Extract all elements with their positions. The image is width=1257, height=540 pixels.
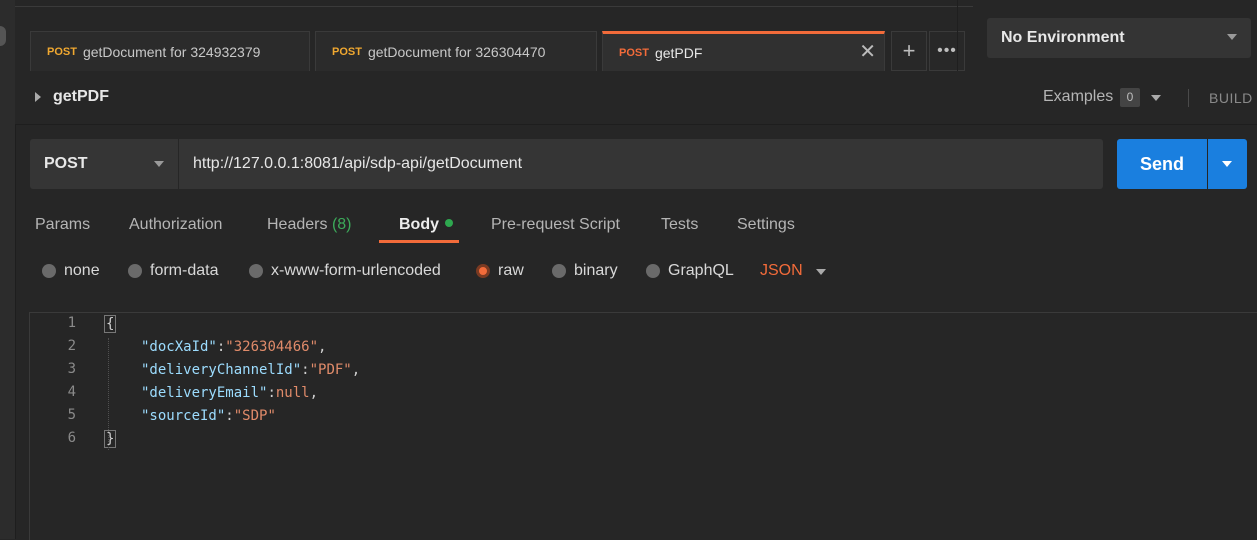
left-sidebar-strip [0, 0, 16, 539]
radio-label: GraphQL [668, 262, 734, 279]
env-divider [957, 0, 958, 71]
json-value: "PDF" [309, 362, 352, 378]
radio-label: none [64, 262, 100, 279]
radio-circle [646, 264, 660, 278]
radio-circle [128, 264, 142, 278]
tab-name: getDocument for 324932379 [82, 43, 261, 60]
chevron-down-icon[interactable] [1151, 95, 1161, 101]
code-line: "docXaId":"326304466", [141, 339, 327, 355]
code-line: "sourceId":"SDP" [141, 408, 276, 424]
chevron-down-icon[interactable] [816, 269, 826, 275]
request-tab-2[interactable]: POST getDocument for 326304470 [315, 31, 597, 71]
body-format-select[interactable]: JSON [760, 262, 803, 280]
body-type-binary[interactable]: binary [552, 262, 618, 280]
request-tab-1[interactable]: POST getDocument for 324932379 [30, 31, 310, 71]
tab-headers-label: Headers [267, 216, 328, 233]
url-input[interactable] [179, 139, 1103, 189]
tab-method: POST [332, 45, 362, 58]
tab-pre-request-script[interactable]: Pre-request Script [491, 216, 620, 234]
request-tab-3-active[interactable]: POST getPDF ✕ [602, 31, 885, 71]
examples-label[interactable]: Examples [1043, 88, 1113, 106]
build-mode-button[interactable]: BUILD [1209, 90, 1253, 106]
tab-settings[interactable]: Settings [737, 216, 795, 234]
chevron-down-icon [1227, 34, 1237, 40]
json-key: "docXaId" [141, 339, 217, 355]
code-editor[interactable]: 1 2 3 4 5 6 { "docXaId":"326304466", "de… [29, 312, 1257, 540]
line-number: 2 [67, 338, 76, 354]
examples-count-badge: 0 [1120, 88, 1140, 107]
headers-count: (8) [331, 216, 352, 233]
tab-authorization[interactable]: Authorization [129, 216, 222, 234]
sidebar-collapse-handle[interactable] [0, 26, 6, 46]
body-active-dot [445, 219, 453, 227]
body-type-none[interactable]: none [42, 262, 100, 280]
body-type-urlencoded[interactable]: x-www-form-urlencoded [249, 262, 441, 280]
tab-body-label: Body [399, 216, 439, 233]
chevron-down-icon [154, 161, 164, 167]
active-tab-underline [379, 240, 459, 243]
open-brace: { [104, 315, 117, 333]
method-select[interactable]: POST [30, 139, 178, 189]
tab-name: getPDF [654, 44, 703, 61]
radio-circle [249, 264, 263, 278]
more-icon: ••• [937, 42, 957, 59]
radio-label: form-data [150, 262, 219, 279]
tab-body[interactable]: Body [399, 216, 453, 234]
indent-guide [108, 338, 110, 450]
environment-label: No Environment [1001, 29, 1125, 46]
radio-circle-selected [476, 264, 490, 278]
radio-label: raw [498, 262, 524, 279]
body-type-raw[interactable]: raw [476, 262, 524, 280]
json-key: "sourceId" [141, 408, 226, 424]
code-line: "deliveryChannelId":"PDF", [141, 362, 361, 378]
request-title-row: getPDF Examples 0 BUILD [15, 71, 1257, 125]
body-type-graphql[interactable]: GraphQL [646, 262, 734, 280]
request-title[interactable]: getPDF [53, 88, 109, 106]
new-tab-button[interactable]: + [891, 31, 927, 71]
json-value: null [275, 385, 310, 401]
json-comma: , [318, 339, 327, 355]
body-type-form-data[interactable]: form-data [128, 262, 218, 280]
chevron-down-icon [1222, 161, 1232, 167]
expand-arrow-icon[interactable] [35, 92, 41, 102]
tab-tests[interactable]: Tests [661, 216, 698, 234]
close-tab-icon[interactable]: ✕ [859, 42, 876, 62]
radio-label: binary [574, 262, 618, 279]
divider [1188, 89, 1189, 107]
line-number: 6 [67, 430, 76, 446]
send-label: Send [1139, 153, 1184, 174]
tabbar-top-line [15, 6, 973, 7]
tab-headers[interactable]: Headers (8) [267, 216, 352, 234]
line-number: 1 [67, 315, 76, 331]
tab-options-button[interactable]: ••• [929, 31, 965, 71]
code-line: } [104, 428, 117, 451]
json-key: "deliveryEmail" [141, 385, 268, 401]
line-number: 3 [67, 361, 76, 377]
method-value: POST [44, 155, 88, 172]
radio-circle [552, 264, 566, 278]
environment-select[interactable]: No Environment [987, 18, 1251, 58]
close-brace: } [104, 430, 117, 448]
plus-icon: + [902, 38, 916, 63]
tab-method: POST [619, 46, 649, 59]
code-line: { [104, 313, 117, 336]
send-options-button[interactable] [1208, 139, 1247, 189]
line-number: 5 [67, 407, 76, 423]
json-value: "SDP" [233, 408, 276, 424]
line-number-gutter: 1 2 3 4 5 6 [30, 313, 86, 540]
json-comma: , [309, 385, 319, 401]
code-line: "deliveryEmail":null, [141, 385, 319, 401]
json-key: "deliveryChannelId" [141, 362, 302, 378]
line-number: 4 [67, 384, 76, 400]
send-button[interactable]: Send [1117, 139, 1207, 189]
radio-circle [42, 264, 56, 278]
tab-method: POST [47, 45, 77, 58]
json-comma: , [351, 362, 361, 378]
radio-label: x-www-form-urlencoded [271, 262, 441, 279]
json-value: "326304466" [225, 339, 319, 355]
tab-name: getDocument for 326304470 [367, 43, 546, 60]
tab-params[interactable]: Params [35, 216, 90, 234]
